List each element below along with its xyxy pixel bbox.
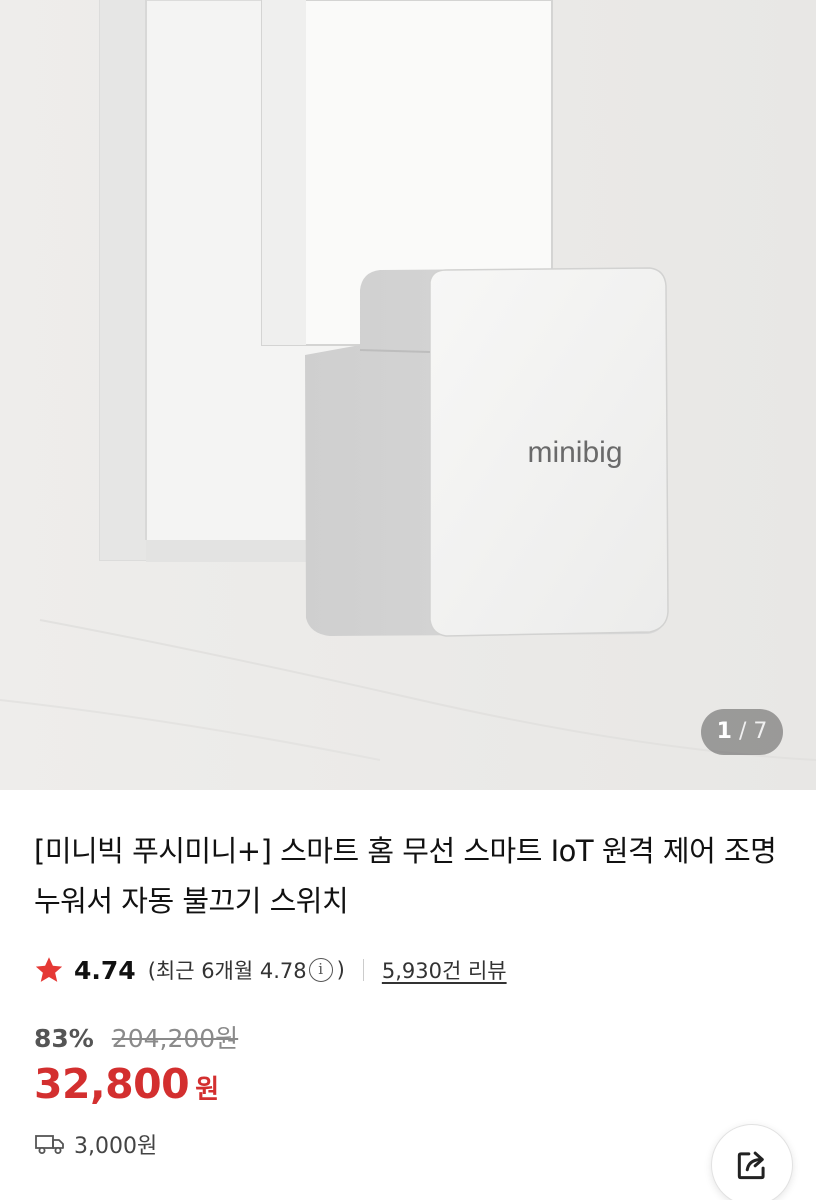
share-button[interactable] bbox=[711, 1124, 793, 1200]
recent-rating: (최근 6개월 4.78 bbox=[147, 959, 307, 983]
page-counter-total: 7 bbox=[753, 719, 768, 744]
product-title: [미니빅 푸시미니+] 스마트 홈 무선 스마트 IoT 원격 제어 조명 누워… bbox=[34, 834, 777, 918]
star-icon bbox=[35, 957, 63, 982]
image-page-counter: 1 / 7 bbox=[701, 709, 783, 755]
recent-rating-close: ) bbox=[336, 958, 345, 982]
review-count-link[interactable]: 5,930건 리뷰 bbox=[382, 955, 507, 985]
share-icon bbox=[737, 1151, 765, 1180]
sale-price: 32,800 bbox=[34, 1060, 190, 1108]
original-price: 204,200원 bbox=[111, 1024, 239, 1053]
brand-logo-text: minibig bbox=[527, 436, 622, 469]
rating-value: 4.74 bbox=[74, 955, 136, 985]
price-row: 32,800 원 bbox=[34, 1060, 219, 1108]
page-counter-separator: / bbox=[738, 719, 747, 744]
product-image[interactable]: minibig 1 / 7 bbox=[0, 0, 816, 790]
shipping-fee: 3,000원 bbox=[74, 1134, 158, 1159]
shipping-row: 3,000원 bbox=[34, 1127, 157, 1161]
product-photo: minibig bbox=[0, 0, 816, 790]
price-currency: 원 bbox=[195, 1075, 220, 1105]
rating-divider bbox=[362, 959, 364, 981]
discount-row: 83% 204,200원 bbox=[34, 1019, 238, 1055]
rating-row: 4.74 (최근 6개월 4.78 i ) 5,930건 리뷰 bbox=[34, 952, 507, 988]
info-icon[interactable]: i bbox=[308, 958, 333, 982]
truck-icon bbox=[35, 1135, 64, 1154]
discount-rate: 83% bbox=[34, 1024, 94, 1053]
page-counter-current: 1 bbox=[716, 719, 732, 744]
